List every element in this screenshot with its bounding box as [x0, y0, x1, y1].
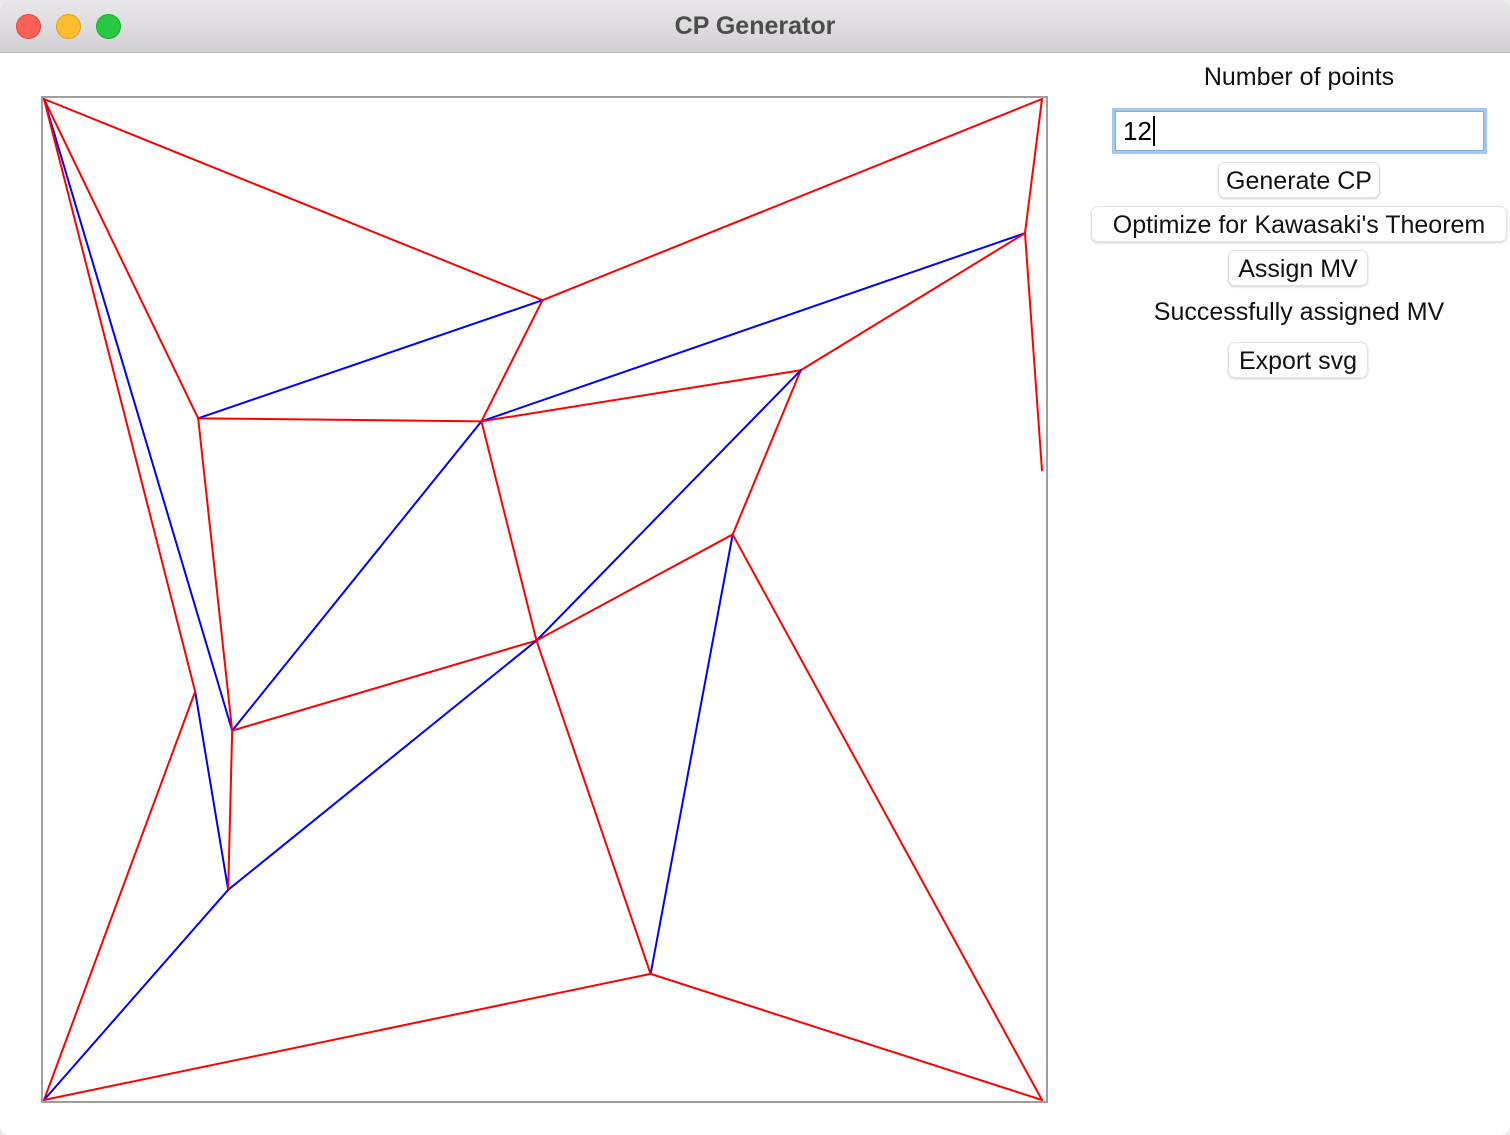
app-window: CP Generator Number of points 12 Generat… [0, 0, 1510, 1135]
valley-crease-19 [649, 533, 734, 975]
mountain-crease-7 [197, 417, 234, 732]
mountain-crease-6 [197, 417, 483, 423]
valley-crease-11 [231, 420, 483, 732]
crease-pattern-drawing [43, 98, 1043, 1101]
mountain-crease-0 [43, 98, 544, 302]
mountain-crease-10 [480, 369, 802, 423]
mountain-crease-28 [43, 972, 652, 1101]
mountain-crease-23 [535, 639, 652, 975]
mountain-crease-16 [731, 369, 802, 536]
crease-pattern-canvas[interactable] [41, 96, 1048, 1103]
mountain-crease-14 [1023, 232, 1043, 472]
mountain-crease-25 [43, 690, 197, 1101]
valley-crease-3 [43, 98, 234, 732]
mountain-crease-15 [799, 232, 1026, 372]
valley-crease-24 [194, 690, 230, 891]
title-bar[interactable]: CP Generator [0, 0, 1510, 53]
mountain-crease-4 [43, 98, 197, 693]
optimize-kawasaki-button[interactable]: Optimize for Kawasaki's Theorem [1091, 206, 1507, 242]
mountain-crease-1 [541, 98, 1043, 302]
export-svg-button[interactable]: Export svg [1228, 342, 1368, 378]
mountain-crease-26 [227, 729, 234, 891]
mountain-crease-12 [480, 420, 538, 642]
text-caret [1152, 116, 1155, 147]
mountain-crease-18 [535, 533, 734, 642]
points-input-value: 12 [1123, 116, 1152, 146]
assign-mv-button[interactable]: Assign MV [1228, 250, 1368, 286]
points-label: Number of points [1203, 63, 1395, 91]
mountain-crease-2 [43, 98, 200, 420]
mountain-crease-21 [231, 639, 538, 732]
mountain-crease-13 [1023, 98, 1043, 235]
points-input[interactable]: 12 [1112, 108, 1487, 154]
valley-crease-9 [480, 232, 1026, 423]
status-message: Successfully assigned MV [1153, 298, 1445, 326]
valley-crease-17 [535, 369, 802, 642]
main-content: Number of points 12 Generate CP Optimize… [0, 54, 1510, 1135]
window-title: CP Generator [674, 12, 836, 40]
generate-cp-button[interactable]: Generate CP [1218, 162, 1380, 198]
